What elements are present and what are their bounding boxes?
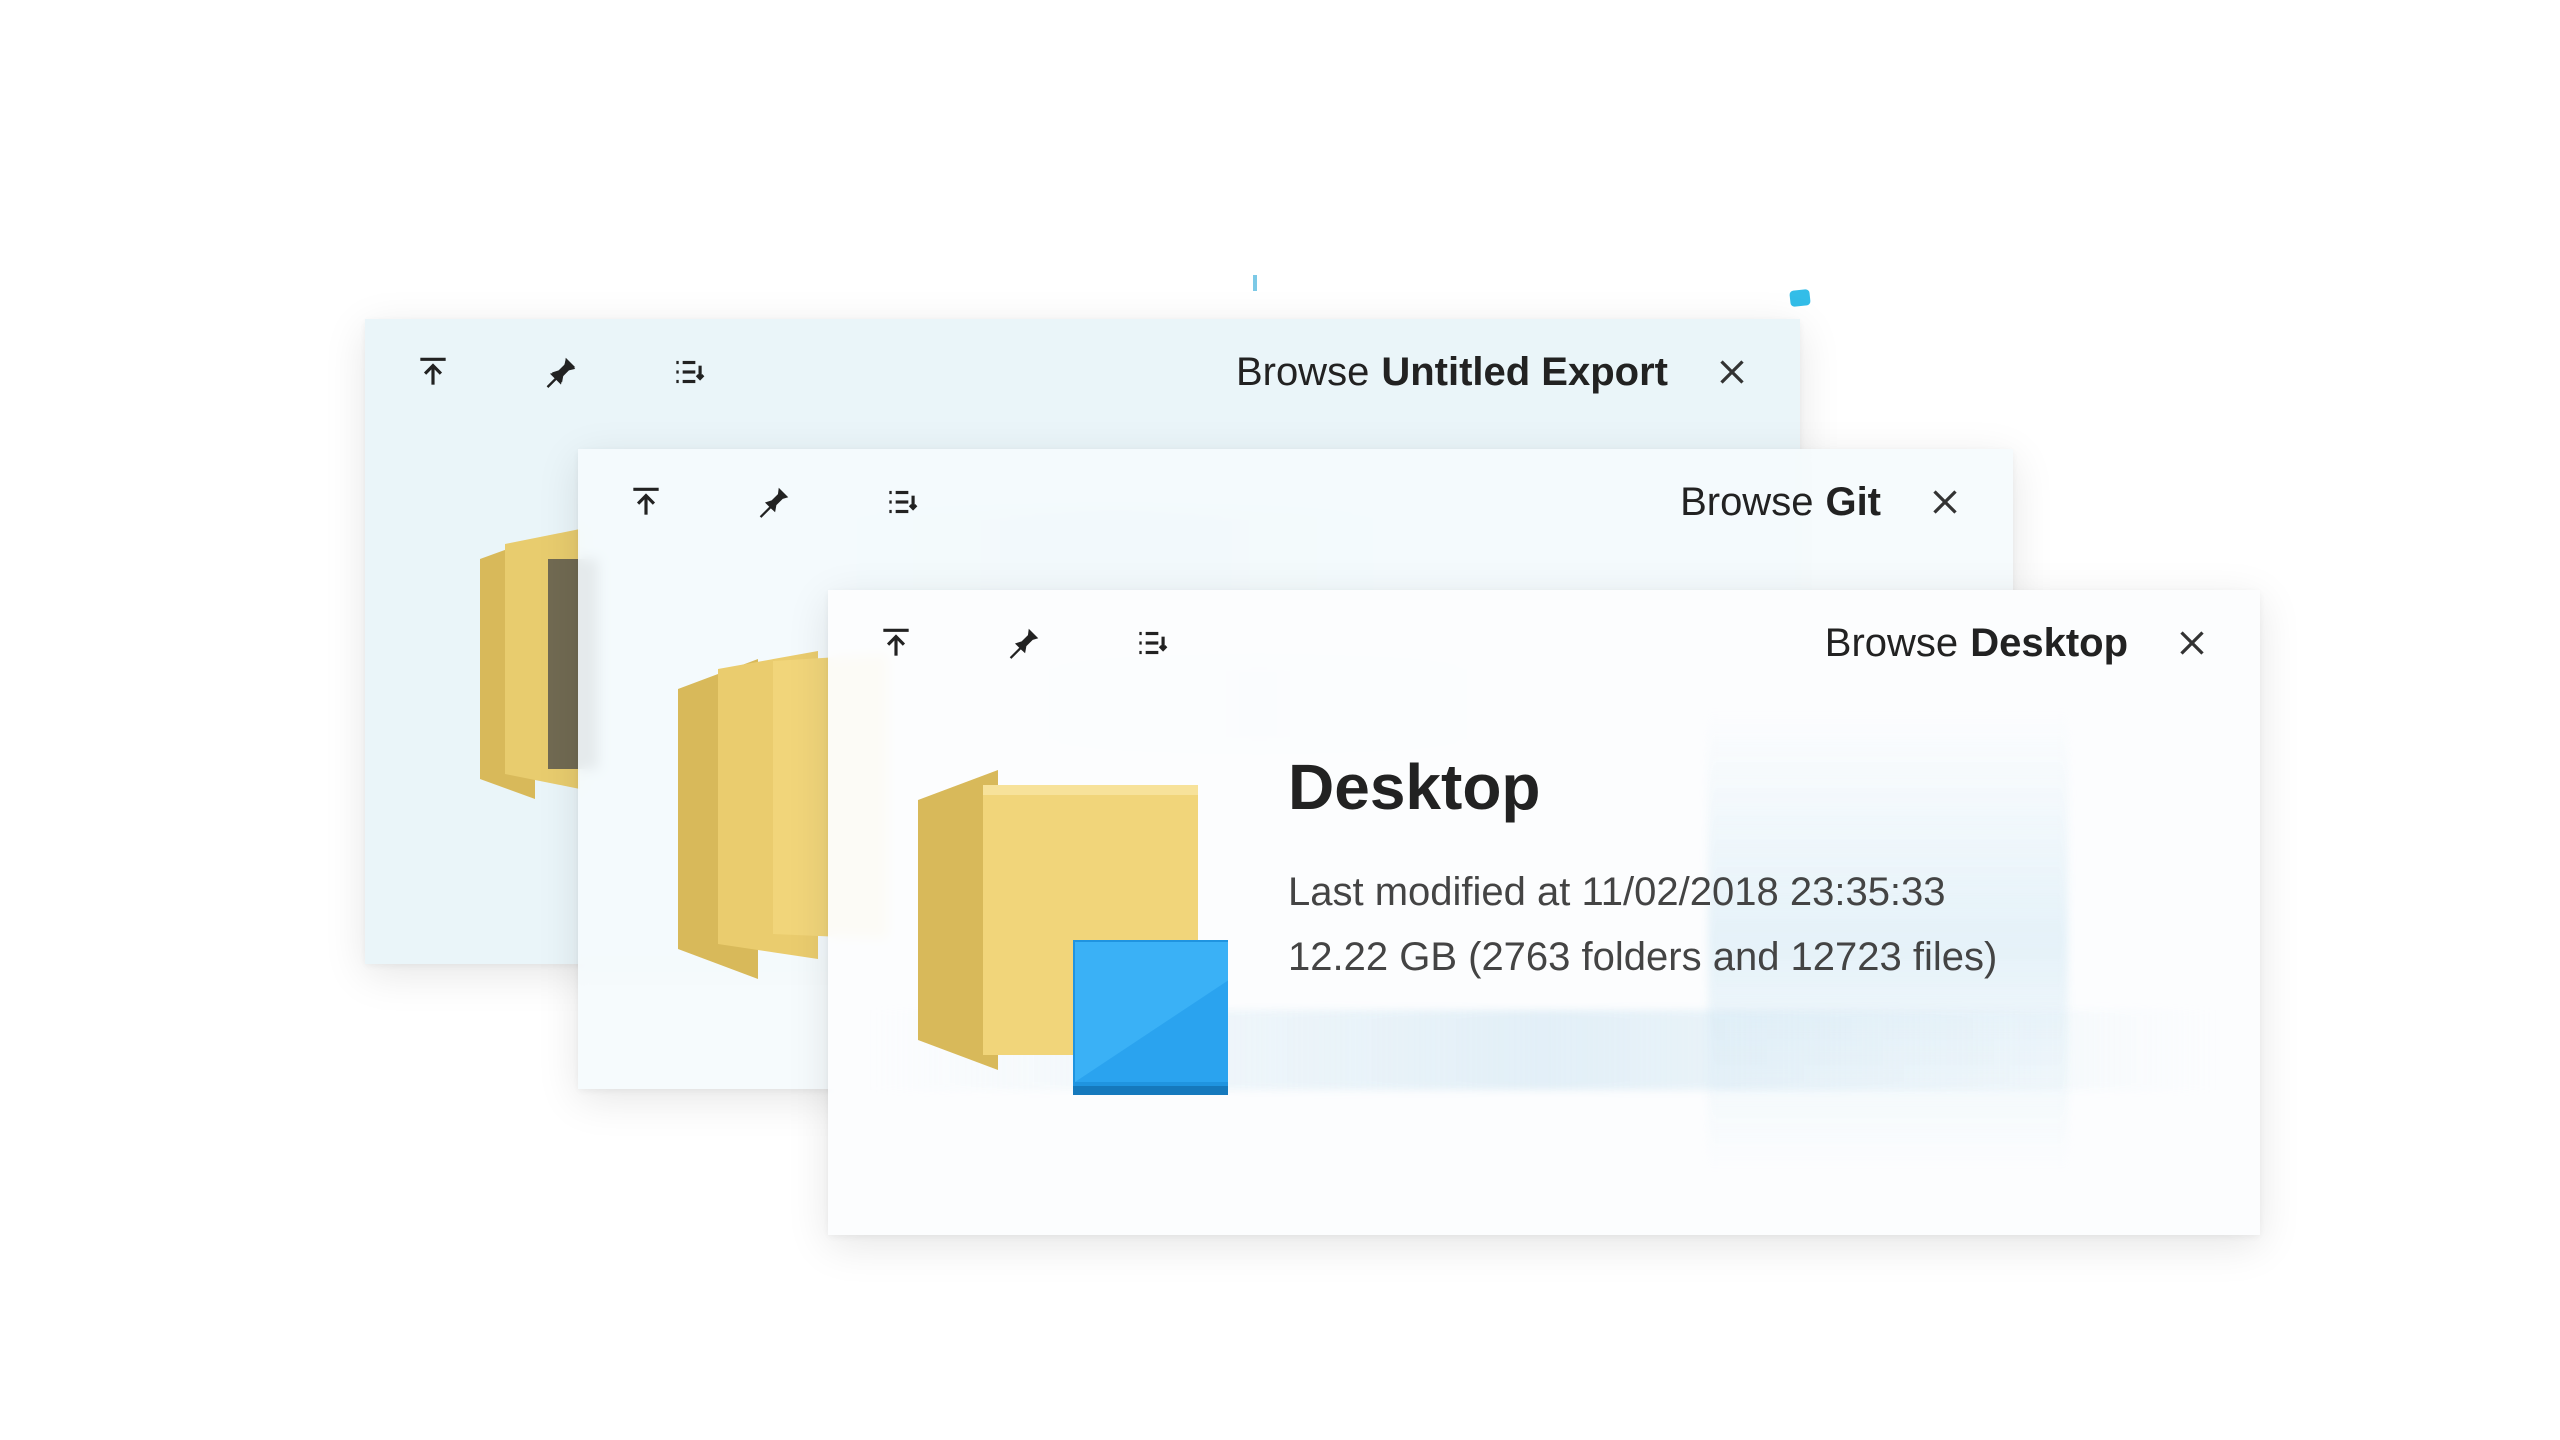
go-to-top-button[interactable] <box>860 607 932 679</box>
folder-heading: Desktop <box>1288 750 2220 824</box>
size-line: 12.22 GB (2763 folders and 12723 files) <box>1288 935 2220 980</box>
list-sort-icon <box>670 353 708 391</box>
close-icon <box>2174 625 2210 661</box>
go-to-top-button[interactable] <box>397 336 469 408</box>
title-text: Desktop <box>1970 621 2128 666</box>
card-toolbar: Browse Git <box>578 449 2013 555</box>
list-sort-icon <box>883 483 921 521</box>
close-icon <box>1714 354 1750 390</box>
title-text: Untitled Export <box>1381 350 1668 395</box>
close-button[interactable] <box>1696 336 1768 408</box>
pin-button[interactable] <box>525 336 597 408</box>
browse-label: Browse <box>1825 621 1958 666</box>
go-to-top-icon <box>877 624 915 662</box>
folder-desktop-icon <box>888 740 1208 1060</box>
list-sort-button[interactable] <box>1116 607 1188 679</box>
go-to-top-icon <box>627 483 665 521</box>
list-sort-icon <box>1133 624 1171 662</box>
close-button[interactable] <box>2156 607 2228 679</box>
list-sort-button[interactable] <box>866 466 938 538</box>
browse-label: Browse <box>1236 350 1369 395</box>
title-text: Git <box>1825 480 1881 525</box>
desktop-monitor-icon <box>1073 940 1228 1095</box>
pin-icon <box>542 353 580 391</box>
card-toolbar: Browse Desktop <box>828 590 2260 696</box>
pin-icon <box>755 483 793 521</box>
card-title[interactable]: Browse Untitled Export <box>1236 350 1668 395</box>
close-button[interactable] <box>1909 466 1981 538</box>
card-toolbar: Browse Untitled Export <box>365 319 1800 425</box>
decorative-tick <box>1253 275 1257 291</box>
card-title[interactable]: Browse Git <box>1680 480 1881 525</box>
decorative-dot <box>1789 289 1811 307</box>
card-title[interactable]: Browse Desktop <box>1825 621 2128 666</box>
modified-line: Last modified at 11/02/2018 23:35:33 <box>1288 870 2220 915</box>
list-sort-button[interactable] <box>653 336 725 408</box>
folder-details: Desktop Last modified at 11/02/2018 23:3… <box>1288 740 2220 1000</box>
pin-button[interactable] <box>988 607 1060 679</box>
card-body: Desktop Last modified at 11/02/2018 23:3… <box>888 740 2220 1205</box>
pin-icon <box>1005 624 1043 662</box>
browse-label: Browse <box>1680 480 1813 525</box>
card-desktop: Browse Desktop <box>828 590 2260 1235</box>
close-icon <box>1927 484 1963 520</box>
go-to-top-button[interactable] <box>610 466 682 538</box>
pin-button[interactable] <box>738 466 810 538</box>
go-to-top-icon <box>414 353 452 391</box>
